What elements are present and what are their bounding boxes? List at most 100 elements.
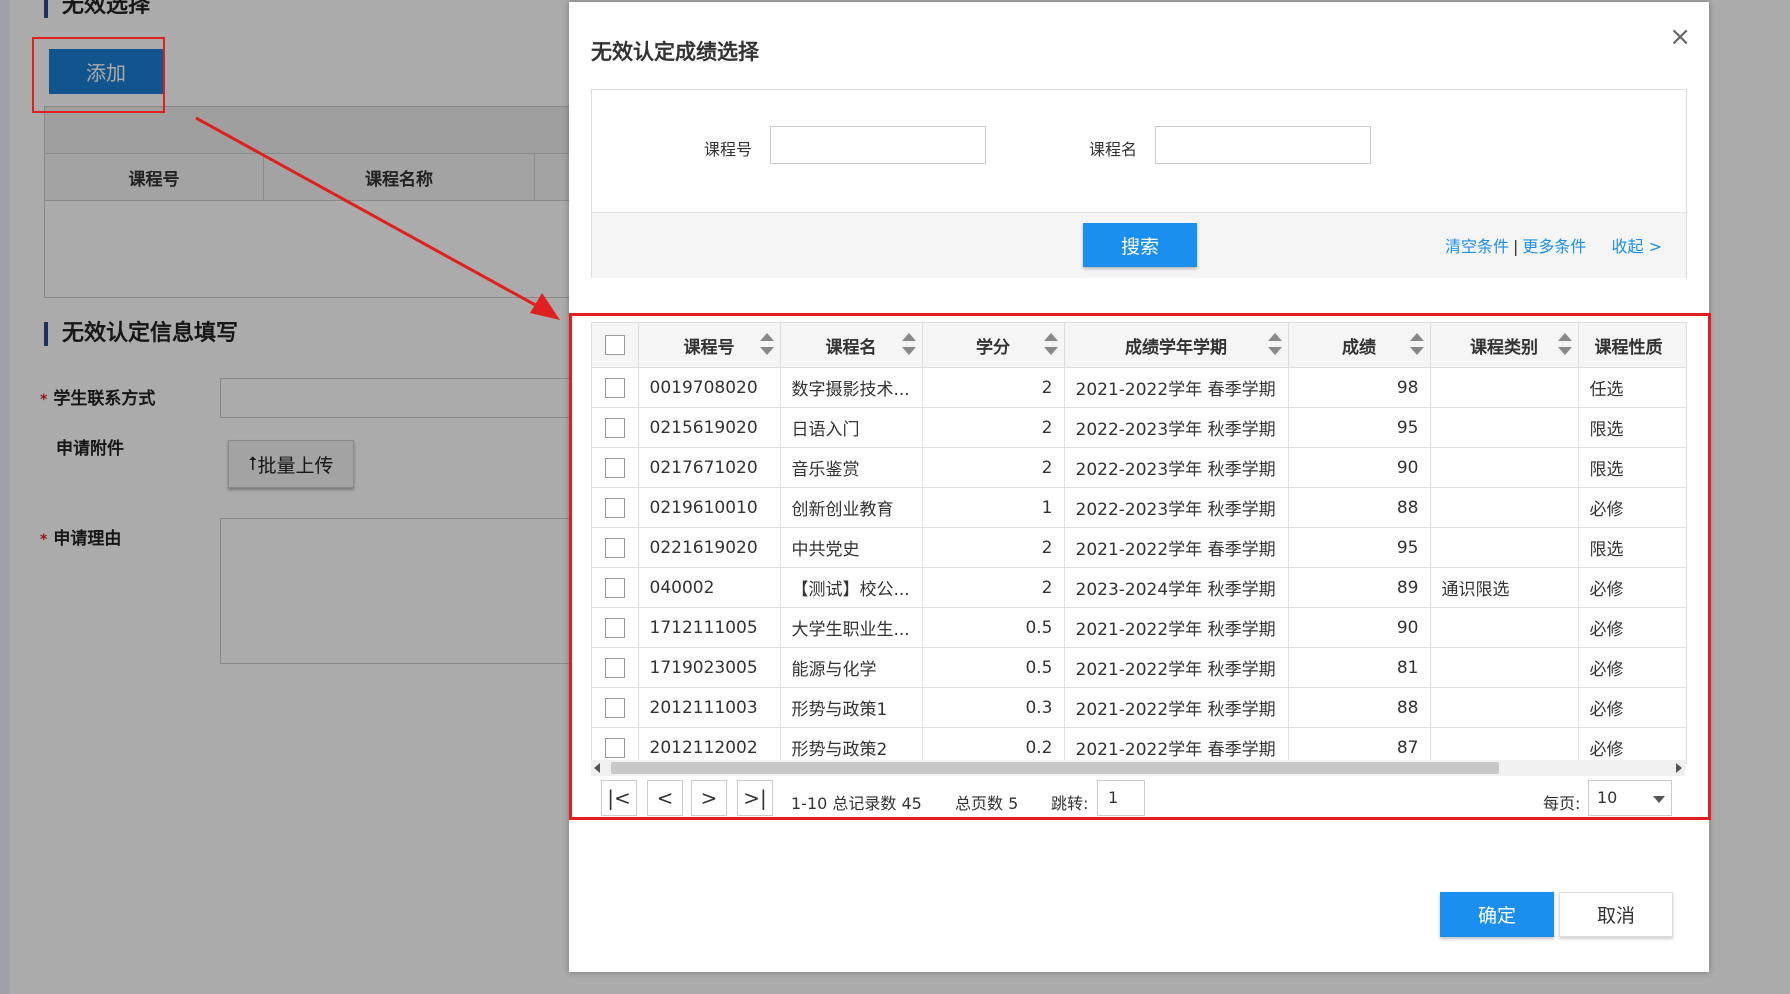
section-title-info-fill: 无效认定信息填写 — [44, 322, 238, 346]
row-select-cell — [592, 367, 639, 408]
row-checkbox[interactable] — [604, 377, 625, 398]
cell-course-no: 1712111005 — [638, 607, 781, 648]
required-mark: * — [40, 532, 48, 548]
cell-course-category — [1430, 607, 1579, 648]
search-button[interactable]: 搜索 — [1083, 223, 1197, 267]
table-row[interactable]: 2012112002 形势与政策2 0.2 2021-2022学年 春季学期 87 必修 — [592, 727, 1686, 763]
prev-page-button[interactable]: < — [647, 780, 683, 816]
per-page-select[interactable]: 10 — [1588, 780, 1672, 816]
cell-score: 90 — [1288, 607, 1431, 648]
table-row[interactable]: 0219610010 创新创业教育 1 2022-2023学年 秋季学期 88 必修 — [592, 487, 1686, 528]
header-term-label: 成绩学年学期 — [1125, 337, 1227, 358]
row-checkbox[interactable] — [604, 657, 625, 678]
cell-term: 2021-2022学年 秋季学期 — [1064, 647, 1289, 688]
cell-course-no: 040002 — [638, 567, 781, 608]
first-page-button[interactable]: |< — [601, 780, 637, 816]
sort-icon[interactable] — [1267, 333, 1282, 357]
next-page-icon: > — [700, 786, 718, 810]
table-row[interactable]: 040002 【测试】校公... 2 2023-2024学年 秋季学期 89 通识限选 必修 — [592, 567, 1686, 608]
sort-icon[interactable] — [1409, 333, 1424, 357]
table-row[interactable]: 0221619020 中共党史 2 2021-2022学年 春季学期 95 限选 — [592, 527, 1686, 568]
cell-term: 2021-2022学年 春季学期 — [1064, 527, 1289, 568]
cell-course-no: 2012112002 — [638, 727, 781, 763]
jump-input[interactable]: 1 — [1097, 780, 1145, 816]
header-course-name: 课程名称 — [264, 154, 535, 200]
selected-courses-table: 课程号 课程名称 — [44, 106, 606, 298]
table-row[interactable]: 1712111005 大学生职业生... 0.5 2021-2022学年 秋季学期 90… — [592, 607, 1686, 648]
table-row[interactable]: 2012111003 形势与政策1 0.3 2021-2022学年 秋季学期 88 必修 — [592, 687, 1686, 728]
cell-course-category — [1430, 727, 1579, 763]
cell-course-no: 0019708020 — [638, 367, 781, 408]
cancel-button[interactable]: 取消 — [1559, 892, 1673, 937]
pagination: |< < > >| 1-10 总记录数 45 总页数 5 跳转: 1 每页: 1… — [591, 776, 1685, 816]
cell-course-nature: 限选 — [1578, 527, 1686, 568]
sort-icon[interactable] — [759, 333, 774, 357]
header-score[interactable]: 成绩 — [1288, 323, 1431, 368]
cell-course-nature: 任选 — [1578, 367, 1686, 408]
horizontal-scrollbar[interactable] — [591, 760, 1685, 776]
cell-credit: 2 — [922, 447, 1065, 488]
scroll-left-icon[interactable] — [594, 763, 600, 773]
row-checkbox[interactable] — [604, 577, 625, 598]
sort-icon[interactable] — [1043, 333, 1058, 357]
header-term[interactable]: 成绩学年学期 — [1064, 323, 1289, 368]
table-row[interactable]: 0019708020 数字摄影技术... 2 2021-2022学年 春季学期 98 任选 — [592, 367, 1686, 408]
cell-course-no: 0215619020 — [638, 407, 781, 448]
select-all-checkbox[interactable] — [604, 335, 625, 355]
sort-icon[interactable] — [1557, 333, 1572, 357]
cell-credit: 2 — [922, 527, 1065, 568]
cell-credit: 2 — [922, 567, 1065, 608]
row-checkbox[interactable] — [604, 537, 625, 558]
row-checkbox[interactable] — [604, 497, 625, 518]
annotation-box-add — [32, 37, 165, 113]
next-page-button[interactable]: > — [691, 780, 727, 816]
header-course-category[interactable]: 课程类别 — [1430, 323, 1579, 368]
cell-course-no: 1719023005 — [638, 647, 781, 688]
table-row[interactable]: 0215619020 日语入门 2 2022-2023学年 秋季学期 95 限选 — [592, 407, 1686, 448]
row-checkbox[interactable] — [604, 457, 625, 478]
table-row[interactable]: 0217671020 音乐鉴赏 2 2022-2023学年 秋季学期 90 限选 — [592, 447, 1686, 488]
header-course-nature[interactable]: 课程性质 — [1578, 323, 1686, 368]
header-course-name[interactable]: 课程名 — [780, 323, 923, 368]
reason-textarea[interactable] — [220, 518, 602, 664]
last-page-icon: >| — [743, 786, 767, 810]
row-checkbox[interactable] — [604, 617, 625, 638]
header-credit[interactable]: 学分 — [922, 323, 1065, 368]
row-checkbox[interactable] — [604, 417, 625, 438]
clear-conditions-link[interactable]: 清空条件 — [1445, 237, 1509, 256]
more-conditions-link[interactable]: 更多条件 — [1522, 237, 1586, 256]
row-select-cell — [592, 567, 639, 608]
close-icon[interactable]: × — [1669, 22, 1691, 52]
cell-course-nature: 限选 — [1578, 447, 1686, 488]
sort-icon[interactable] — [901, 333, 916, 357]
row-checkbox[interactable] — [604, 737, 625, 758]
scrollbar-thumb[interactable] — [611, 762, 1499, 774]
row-checkbox[interactable] — [604, 697, 625, 718]
course-name-input[interactable] — [1155, 126, 1371, 164]
last-page-button[interactable]: >| — [737, 780, 773, 816]
course-no-input[interactable] — [770, 126, 986, 164]
contact-input[interactable] — [220, 378, 602, 418]
upload-icon: ⭡ — [248, 453, 258, 475]
cell-credit: 0.5 — [922, 607, 1065, 648]
first-page-icon: |< — [607, 786, 631, 810]
cell-course-category: 通识限选 — [1430, 567, 1579, 608]
cell-score: 87 — [1288, 727, 1431, 763]
cell-term: 2023-2024学年 秋季学期 — [1064, 567, 1289, 608]
contact-label-text: 学生联系方式 — [53, 389, 156, 409]
cell-course-nature: 必修 — [1578, 487, 1686, 528]
reason-label-text: 申请理由 — [53, 529, 122, 549]
cell-course-nature: 必修 — [1578, 687, 1686, 728]
total-pages: 总页数 5 — [955, 794, 1019, 813]
course-name-label: 课程名 — [1089, 140, 1138, 159]
header-course-no[interactable]: 课程号 — [638, 323, 781, 368]
search-links: 清空条件 | 更多条件 收起 > — [1445, 233, 1662, 257]
confirm-button[interactable]: 确定 — [1440, 892, 1554, 937]
collapse-link[interactable]: 收起 > — [1612, 237, 1663, 256]
attachment-label: 申请附件 — [56, 439, 124, 459]
cell-score: 95 — [1288, 527, 1431, 568]
scroll-right-icon[interactable] — [1676, 763, 1682, 773]
header-course-no: 课程号 — [45, 154, 264, 200]
table-row[interactable]: 1719023005 能源与化学 0.5 2021-2022学年 秋季学期 81 必修 — [592, 647, 1686, 688]
batch-upload-button[interactable]: ⭡ 批量上传 — [228, 440, 354, 488]
